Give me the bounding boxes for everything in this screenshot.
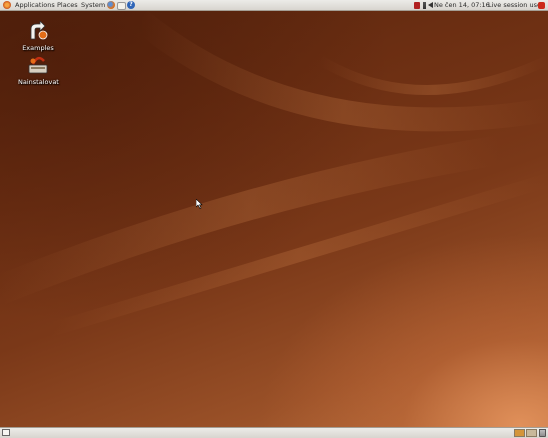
desktop-wallpaper[interactable] bbox=[0, 0, 548, 438]
network-icon[interactable] bbox=[423, 2, 426, 9]
desktop-icon-install[interactable]: Nainstalovat bbox=[18, 55, 59, 86]
keyboard-layout-icon[interactable] bbox=[414, 2, 420, 9]
desktop-icon-examples[interactable]: Examples bbox=[20, 20, 56, 52]
user-switcher[interactable]: Live session user bbox=[488, 1, 544, 10]
desktop-icon-label: Examples bbox=[22, 44, 54, 52]
examples-folder-icon bbox=[30, 20, 48, 40]
workspace-1[interactable] bbox=[514, 429, 525, 437]
bottom-panel bbox=[0, 427, 548, 438]
workspace-2[interactable] bbox=[526, 429, 537, 437]
ubuntu-logo-icon[interactable] bbox=[3, 1, 11, 9]
desktop-icon-label: Nainstalovat bbox=[18, 78, 59, 86]
wallpaper-swirl bbox=[0, 10, 548, 337]
help-icon[interactable]: ? bbox=[127, 1, 135, 9]
shutdown-icon[interactable] bbox=[538, 2, 545, 9]
applications-menu[interactable]: Applications bbox=[15, 1, 55, 10]
show-desktop-icon[interactable] bbox=[2, 429, 10, 436]
desktop-screen: Applications Places System ? Ne čen 14, … bbox=[0, 0, 548, 438]
firefox-icon[interactable] bbox=[107, 1, 115, 9]
places-menu[interactable]: Places bbox=[57, 1, 78, 10]
mail-icon[interactable] bbox=[117, 2, 126, 10]
mouse-cursor bbox=[196, 199, 203, 209]
volume-icon[interactable] bbox=[428, 2, 433, 8]
clock[interactable]: Ne čen 14, 07:16 bbox=[434, 1, 490, 10]
top-panel: Applications Places System ? Ne čen 14, … bbox=[0, 0, 548, 11]
trash-icon[interactable] bbox=[539, 429, 546, 437]
install-icon bbox=[28, 56, 48, 74]
system-menu[interactable]: System bbox=[81, 1, 105, 10]
